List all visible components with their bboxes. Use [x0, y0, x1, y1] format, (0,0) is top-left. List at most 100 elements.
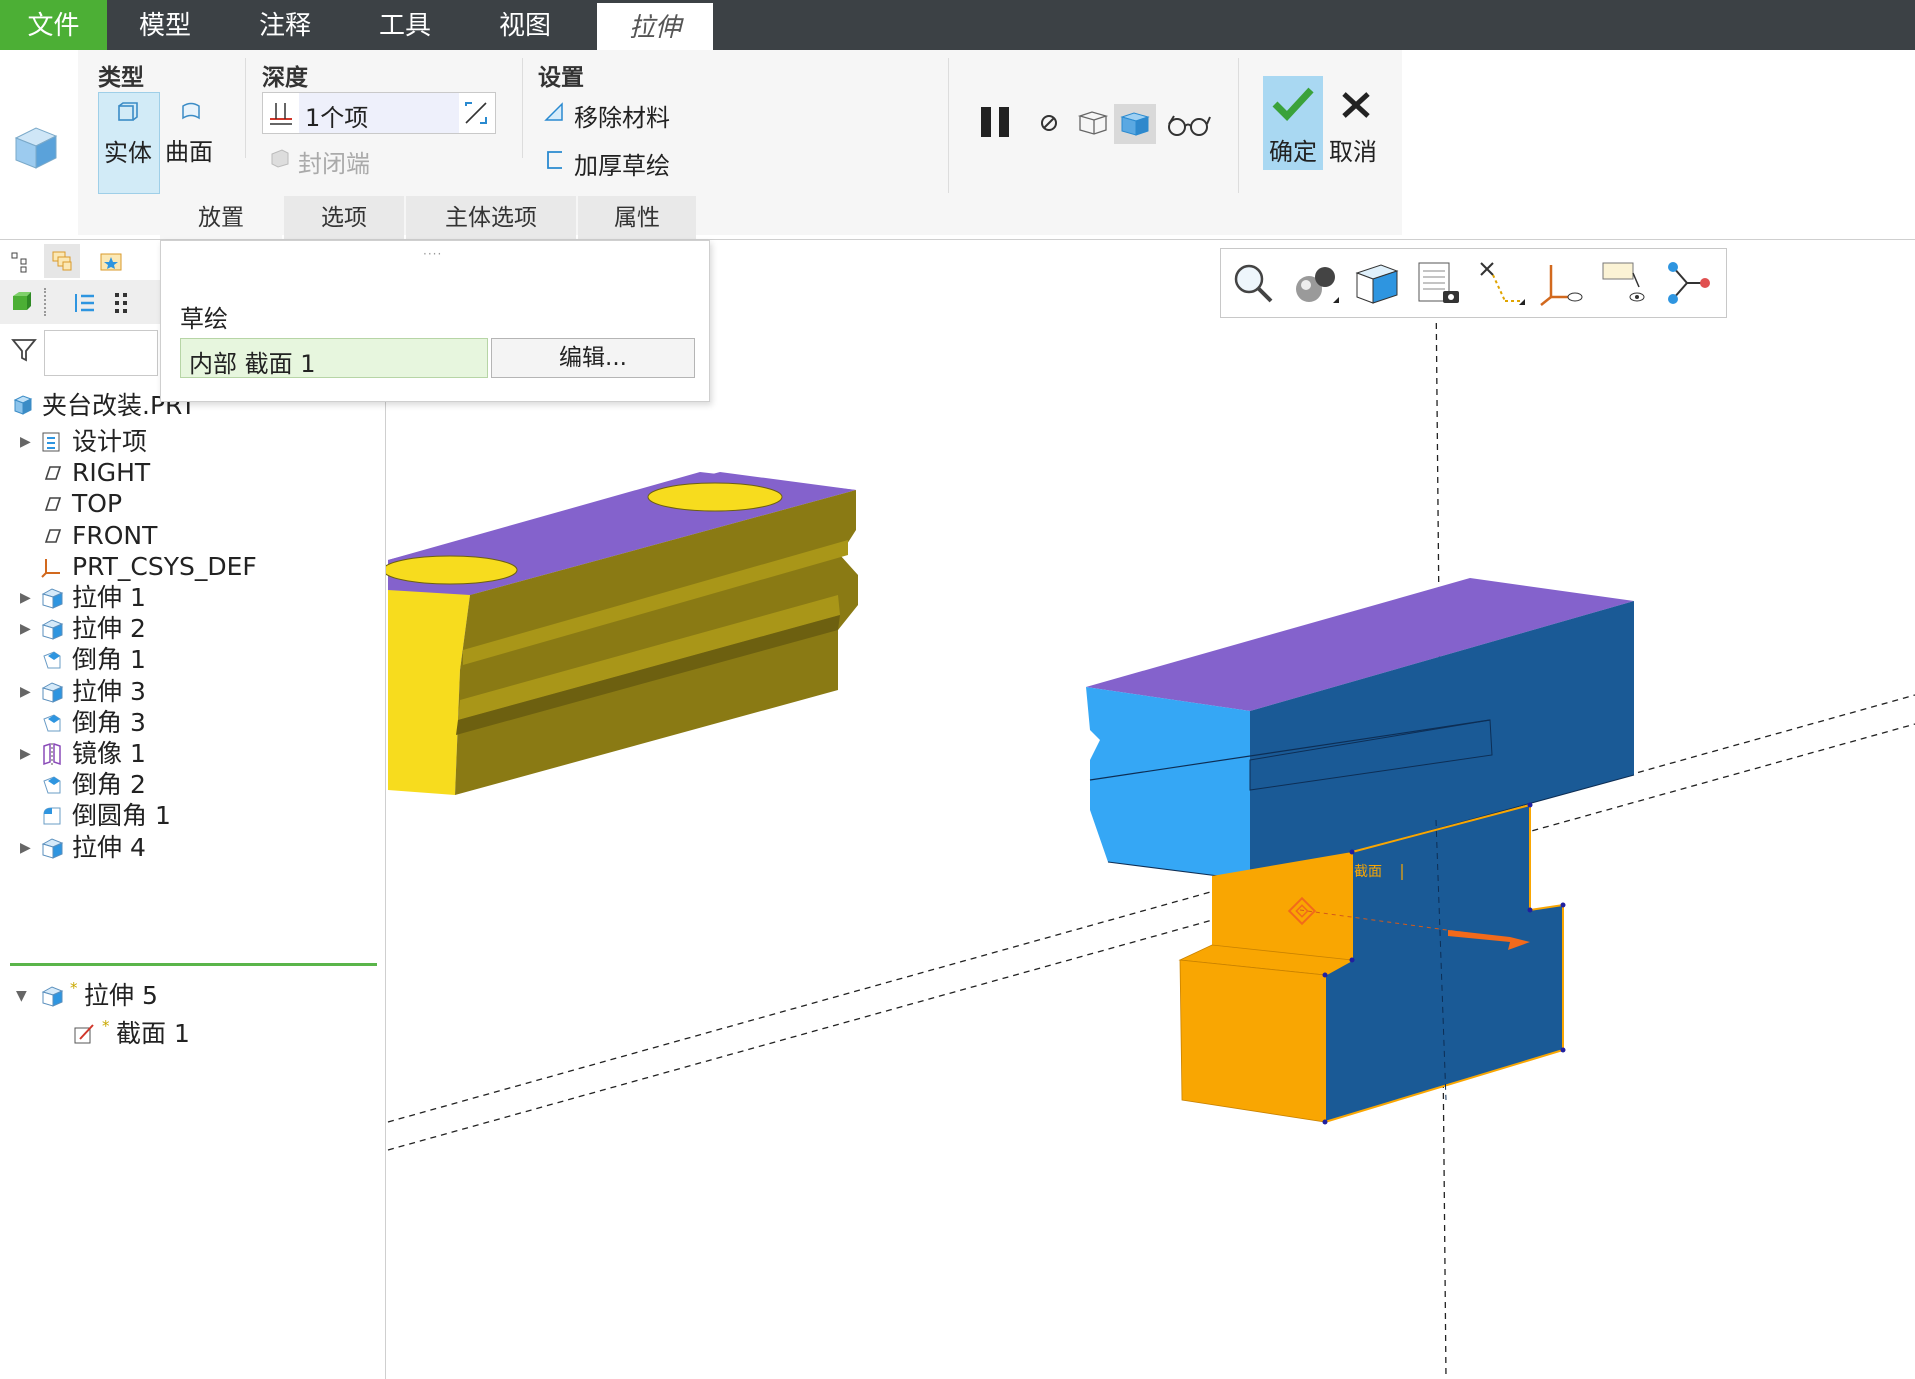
- flip-direction-icon[interactable]: [461, 98, 491, 128]
- extrude-icon: [41, 838, 64, 859]
- tree-view-icon[interactable]: [10, 250, 30, 274]
- confirm-button[interactable]: 确定: [1263, 76, 1323, 170]
- thicken-sketch-button[interactable]: 加厚草绘: [574, 146, 670, 181]
- tree-item-label: 拉伸 4: [72, 832, 146, 862]
- surface-button[interactable]: 曲面: [162, 92, 222, 192]
- csys-display-icon[interactable]: [1537, 257, 1589, 309]
- placement-panel: ···· 草绘 内部 截面 1 编辑...: [160, 240, 710, 402]
- vise-jaw-part: [386, 472, 858, 795]
- cancel-button[interactable]: 取消: [1326, 76, 1386, 170]
- cap-ends-checkbox[interactable]: 封闭端: [298, 144, 370, 179]
- edit-sketch-button[interactable]: 编辑...: [491, 338, 695, 378]
- filter-icon[interactable]: [10, 336, 38, 364]
- extrude-icon: [41, 588, 64, 609]
- menu-bar: 文件 模型 注释 工具 视图 拉伸: [0, 0, 1915, 50]
- round-icon: [43, 807, 61, 825]
- divider: [522, 58, 523, 158]
- section-value: 内部 截面 1: [189, 350, 316, 378]
- new-marker: *: [102, 1017, 110, 1035]
- graphics-toolbar: [1220, 248, 1727, 318]
- tab-placement[interactable]: 放置: [160, 196, 282, 240]
- layers-icon: [52, 251, 72, 271]
- datum-plane-icon: [44, 497, 62, 512]
- depth-value: 1个项: [305, 104, 369, 132]
- show-icon[interactable]: [112, 290, 130, 316]
- tab-options[interactable]: 选项: [284, 196, 404, 240]
- view-cube-icon[interactable]: [1351, 257, 1403, 309]
- cap-ends-icon: [271, 149, 289, 168]
- extrude-icon: [41, 986, 64, 1007]
- annotation-display-icon[interactable]: [1599, 257, 1651, 309]
- chamfer-icon: [43, 651, 61, 669]
- solid-button[interactable]: 实体: [98, 92, 160, 194]
- depth-option-icon: [270, 103, 292, 125]
- model-tree-panel: 夹台改装.PRT ▶ 设计项 RIGHT TOP FRONT PRT_CSYS_DEF ▶ 拉…: [0, 240, 386, 1379]
- pause-icon[interactable]: [978, 104, 1014, 140]
- tree-item-active-feature[interactable]: ▼ * 拉伸 5: [0, 978, 380, 1014]
- collapse-icon[interactable]: ▼: [16, 978, 27, 1014]
- type-group-title: 类型: [98, 65, 144, 91]
- glasses-icon[interactable]: [1166, 112, 1212, 138]
- close-icon: [1342, 92, 1370, 118]
- tree-search-input[interactable]: [44, 330, 158, 376]
- divider: [245, 58, 246, 158]
- depth-value-box[interactable]: 1个项: [299, 93, 459, 133]
- mirror-icon: [43, 742, 61, 766]
- confirm-label: 确定: [1269, 138, 1317, 166]
- tree-item[interactable]: ▶ 拉伸 4: [0, 830, 380, 866]
- depth-group-title: 深度: [262, 65, 308, 91]
- separate-preview-icon[interactable]: [1076, 108, 1110, 138]
- checkmark-icon: [1272, 87, 1314, 122]
- tab-properties[interactable]: 属性: [578, 196, 696, 240]
- menu-model[interactable]: 模型: [115, 0, 215, 50]
- datum-plane-icon: [44, 528, 62, 543]
- sketch-label: 草绘: [180, 305, 228, 333]
- remove-material-button[interactable]: 移除材料: [574, 98, 670, 133]
- saved-views-icon[interactable]: [1413, 257, 1465, 309]
- extrude-feature-icon: [14, 127, 58, 169]
- verify-preview-icon: [1120, 112, 1150, 136]
- layer-tree-button[interactable]: [44, 244, 80, 278]
- menu-extrude[interactable]: 拉伸: [597, 3, 713, 50]
- sketch-icon: [74, 1024, 94, 1044]
- new-marker: *: [70, 979, 78, 997]
- grip-handle[interactable]: ····: [423, 247, 442, 261]
- active-feature-label: 拉伸 5: [84, 981, 158, 1010]
- csys-icon: [41, 558, 60, 578]
- solid-icon: [118, 102, 138, 121]
- verify-preview-button[interactable]: [1114, 104, 1156, 144]
- part-icon: [13, 395, 33, 415]
- tree-item-section[interactable]: * 截面 1: [0, 1016, 380, 1052]
- cancel-label: 取消: [1329, 138, 1377, 166]
- extrude-icon: [41, 619, 64, 640]
- zoom-icon[interactable]: [1227, 257, 1279, 309]
- tab-body-options[interactable]: 主体选项: [406, 196, 576, 240]
- menu-file[interactable]: 文件: [0, 0, 107, 50]
- chamfer-icon: [43, 776, 61, 794]
- menu-annotate[interactable]: 注释: [235, 0, 335, 50]
- appearance-icon[interactable]: [1289, 257, 1341, 309]
- divider: [44, 288, 48, 316]
- section-collector[interactable]: 内部 截面 1: [180, 338, 488, 378]
- menu-tools[interactable]: 工具: [355, 0, 455, 50]
- thicken-sketch-icon: [547, 151, 562, 169]
- depth-field[interactable]: 1个项: [262, 92, 496, 134]
- remove-material-icon: [544, 102, 563, 121]
- no-preview-icon[interactable]: [1038, 112, 1060, 134]
- favorites-icon[interactable]: [98, 248, 124, 274]
- expand-icon[interactable]: ▶: [20, 830, 31, 866]
- part-settings-icon[interactable]: [10, 290, 34, 314]
- surface-label: 曲面: [165, 138, 213, 166]
- datum-plane-icon: [44, 466, 62, 480]
- insert-indicator[interactable]: [10, 963, 377, 966]
- extrude-icon: [41, 682, 64, 703]
- menu-view[interactable]: 视图: [475, 0, 575, 50]
- design-items-icon: [42, 432, 60, 452]
- divider: [1238, 58, 1239, 193]
- spin-center-icon[interactable]: [1661, 257, 1713, 309]
- chamfer-icon: [43, 714, 61, 732]
- divider: [948, 58, 949, 193]
- graphics-viewport[interactable]: 截面: [386, 241, 1915, 1379]
- datum-display-icon[interactable]: [1475, 257, 1527, 309]
- tree-columns-icon[interactable]: [72, 290, 98, 316]
